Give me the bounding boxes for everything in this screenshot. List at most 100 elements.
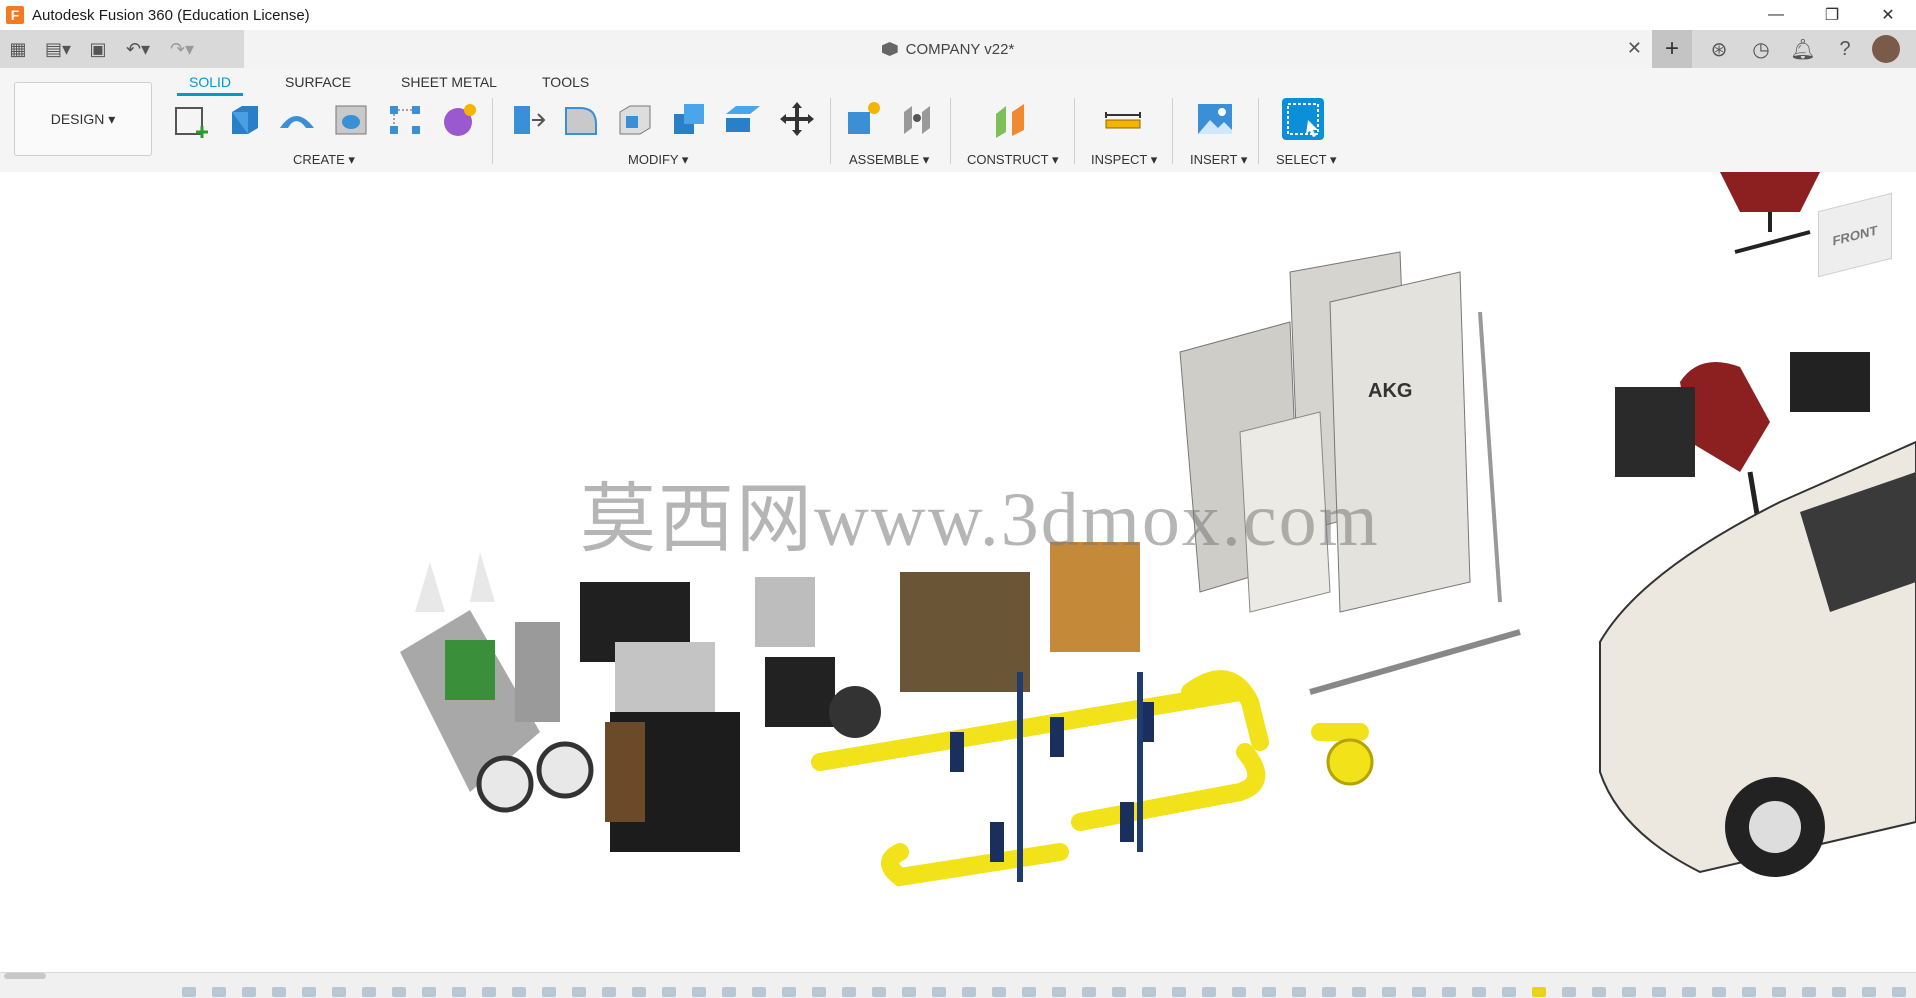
measure-icon[interactable] [1102, 98, 1144, 140]
create-sketch-icon[interactable] [170, 98, 212, 140]
document-tab[interactable]: COMPANY v22* ✕ [244, 30, 1652, 68]
timeline-feature-icon[interactable] [1232, 987, 1246, 997]
tab-tools[interactable]: TOOLS [542, 74, 589, 90]
offset-plane-icon[interactable] [990, 98, 1032, 140]
insert-image-icon[interactable] [1194, 98, 1236, 140]
notifications-bell-icon[interactable]: 🔔︎ [1788, 34, 1818, 64]
timeline-feature-icon[interactable] [1382, 987, 1396, 997]
tab-solid[interactable]: SOLID [176, 74, 244, 96]
press-pull-icon[interactable] [506, 98, 548, 140]
timeline-feature-icon[interactable] [1352, 987, 1366, 997]
timeline-feature-icon[interactable] [302, 987, 316, 997]
timeline-feature-icon[interactable] [1862, 987, 1876, 997]
timeline-feature-icon[interactable] [782, 987, 796, 997]
timeline-feature-icon[interactable] [272, 987, 286, 997]
insert-menu[interactable]: INSERT ▾ [1190, 152, 1247, 168]
timeline-feature-icon[interactable] [1472, 987, 1486, 997]
timeline-feature-icon[interactable] [872, 987, 886, 997]
timeline-feature-icon[interactable] [482, 987, 496, 997]
joint-icon[interactable] [896, 98, 938, 140]
timeline-feature-icon[interactable] [1112, 987, 1126, 997]
timeline-feature-icon[interactable] [812, 987, 826, 997]
hole-icon[interactable] [330, 98, 372, 140]
workspace-design-dropdown[interactable]: DESIGN ▾ [14, 82, 152, 156]
assemble-menu[interactable]: ASSEMBLE ▾ [849, 152, 929, 168]
timeline-feature-icon[interactable] [842, 987, 856, 997]
tab-sheet-metal[interactable]: SHEET METAL [401, 74, 497, 90]
timeline-feature-icon[interactable] [1562, 987, 1576, 997]
construct-menu[interactable]: CONSTRUCT ▾ [967, 152, 1059, 168]
modify-menu[interactable]: MODIFY ▾ [628, 152, 688, 168]
timeline-feature-icon[interactable] [992, 987, 1006, 997]
timeline-feature-icon[interactable] [1412, 987, 1426, 997]
timeline-feature-icon[interactable] [1712, 987, 1726, 997]
avatar[interactable] [1872, 35, 1900, 63]
move-copy-icon[interactable] [776, 98, 818, 140]
3d-viewport[interactable]: AKG 莫西网www.3dmox.com FRONT [0, 172, 1916, 972]
timeline-feature-icon[interactable] [332, 987, 346, 997]
timeline-feature-icon[interactable] [1052, 987, 1066, 997]
timeline-feature-icon[interactable] [692, 987, 706, 997]
timeline-feature-icon[interactable] [632, 987, 646, 997]
timeline-feature-icon[interactable] [422, 987, 436, 997]
timeline-feature-icon[interactable] [722, 987, 736, 997]
timeline-feature-icon[interactable] [212, 987, 226, 997]
timeline-feature-icon[interactable] [1802, 987, 1816, 997]
inspect-menu[interactable]: INSPECT ▾ [1091, 152, 1157, 168]
new-component-icon[interactable] [842, 98, 884, 140]
apps-grid-icon[interactable]: ▦ [0, 30, 36, 68]
timeline-feature-icon[interactable] [1502, 987, 1516, 997]
sweep-icon[interactable] [276, 98, 318, 140]
timeline-feature-icon[interactable] [1682, 987, 1696, 997]
timeline-feature-icon[interactable] [962, 987, 976, 997]
combine-icon[interactable] [668, 98, 710, 140]
timeline-feature-icon[interactable] [1832, 987, 1846, 997]
job-status-icon[interactable]: ◷ [1746, 34, 1776, 64]
timeline-feature-icon[interactable] [1322, 987, 1336, 997]
extrude-icon[interactable] [224, 98, 266, 140]
create-form-icon[interactable] [438, 98, 480, 140]
timeline-feature-icon[interactable] [1022, 987, 1036, 997]
extensions-icon[interactable]: ⊛ [1704, 34, 1734, 64]
timeline-feature-icon[interactable] [1622, 987, 1636, 997]
timeline-feature-icon[interactable] [1592, 987, 1606, 997]
timeline-feature-icon[interactable] [512, 987, 526, 997]
timeline-feature-icon[interactable] [752, 987, 766, 997]
timeline-feature-icon[interactable] [1172, 987, 1186, 997]
timeline-feature-icon[interactable] [1772, 987, 1786, 997]
timeline-feature-icon[interactable] [932, 987, 946, 997]
timeline-feature-icon[interactable] [182, 987, 196, 997]
timeline-feature-icon[interactable] [452, 987, 466, 997]
timeline-feature-icon[interactable] [392, 987, 406, 997]
timeline-feature-icon[interactable] [1202, 987, 1216, 997]
timeline-feature-icon[interactable] [602, 987, 616, 997]
help-icon[interactable]: ? [1830, 34, 1860, 64]
close-button[interactable]: ✕ [1860, 0, 1916, 30]
timeline-feature-icon[interactable] [542, 987, 556, 997]
shell-icon[interactable] [614, 98, 656, 140]
timeline-feature-icon[interactable] [1892, 987, 1906, 997]
timeline-feature-icon[interactable] [362, 987, 376, 997]
undo-icon[interactable]: ↶▾ [116, 30, 160, 68]
offset-face-icon[interactable] [722, 98, 764, 140]
timeline-feature-icon[interactable] [1652, 987, 1666, 997]
document-tab-close-icon[interactable]: ✕ [1627, 38, 1642, 59]
timeline-feature-icon[interactable] [1742, 987, 1756, 997]
timeline-feature-icon[interactable] [1292, 987, 1306, 997]
minimize-button[interactable]: — [1748, 0, 1804, 30]
create-menu[interactable]: CREATE ▾ [293, 152, 355, 168]
timeline-feature-icon[interactable] [902, 987, 916, 997]
maximize-button[interactable]: ❐ [1804, 0, 1860, 30]
timeline-feature-icon[interactable] [1142, 987, 1156, 997]
timeline-feature-icon[interactable] [1442, 987, 1456, 997]
save-icon[interactable]: ▣ [80, 30, 116, 68]
timeline-feature-icon[interactable] [242, 987, 256, 997]
select-menu[interactable]: SELECT ▾ [1276, 152, 1336, 168]
timeline-feature-icon[interactable] [1082, 987, 1096, 997]
timeline-feature-icon[interactable] [1532, 987, 1546, 997]
tab-surface[interactable]: SURFACE [285, 74, 351, 90]
fillet-icon[interactable] [560, 98, 602, 140]
timeline-feature-icon[interactable] [572, 987, 586, 997]
rectangular-pattern-icon[interactable] [384, 98, 426, 140]
redo-icon[interactable]: ↷▾ [160, 30, 204, 68]
